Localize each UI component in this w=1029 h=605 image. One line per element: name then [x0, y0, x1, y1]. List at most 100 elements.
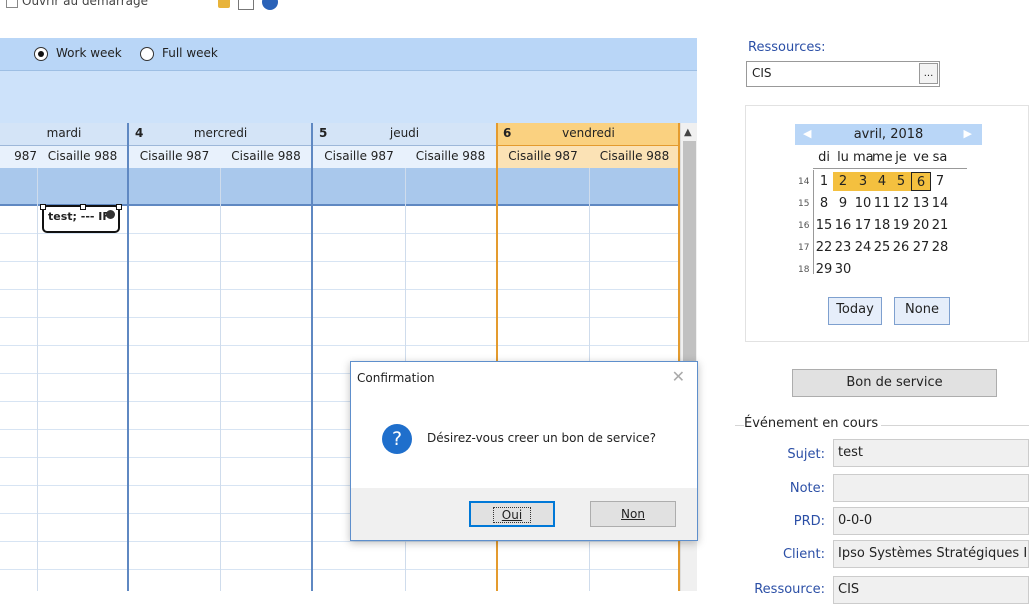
top-toolbar: Ouvrir au démarrage: [0, 0, 300, 10]
mini-calendar-day[interactable]: 19: [891, 216, 911, 235]
mini-calendar-day[interactable]: 11: [872, 194, 892, 213]
mini-calendar-day[interactable]: 28: [930, 238, 950, 257]
resize-handle[interactable]: [116, 204, 122, 210]
resource-header: 987: [0, 146, 42, 169]
resource-header: Cisaille 988: [220, 146, 313, 169]
none-button[interactable]: None: [894, 297, 950, 325]
time-slot-line: [0, 541, 680, 542]
resource-divider: [37, 168, 38, 591]
next-month-icon[interactable]: ▶: [964, 127, 972, 140]
mini-calendar-day[interactable]: 18: [872, 216, 892, 235]
full-week-label[interactable]: Full week: [162, 46, 218, 60]
mini-calendar-day[interactable]: 26: [891, 238, 911, 257]
weekday-label: ma: [853, 150, 874, 165]
resource-header: Cisaille 987: [497, 146, 590, 169]
today-button[interactable]: Today: [828, 297, 882, 325]
day-header[interactable]: mardi: [0, 123, 129, 146]
dialog-footer: Oui Non: [351, 488, 697, 540]
resource-header: Cisaille 988: [589, 146, 680, 169]
no-label: Non: [621, 507, 645, 521]
mini-calendar-day[interactable]: 10: [853, 194, 873, 213]
mini-calendar-day[interactable]: 6: [911, 172, 931, 191]
resize-handle[interactable]: [80, 204, 86, 210]
appointment-text: test; --- IF: [48, 210, 110, 223]
dialog-title: Confirmation: [357, 371, 435, 385]
client-label: Client:: [782, 547, 825, 562]
weekday-label: ve: [913, 150, 929, 165]
resource-header: Cisaille 987: [129, 146, 221, 169]
day-divider: [311, 123, 313, 591]
mini-calendar-day[interactable]: 13: [911, 194, 931, 213]
mini-calendar-day[interactable]: 8: [814, 194, 834, 213]
no-button[interactable]: Non: [590, 501, 676, 527]
day-name: mardi: [46, 126, 82, 140]
time-slot-line: [0, 317, 680, 318]
resource-header: Cisaille 988: [37, 146, 129, 169]
prd-field[interactable]: 0-0-0: [833, 507, 1029, 535]
mini-calendar-day[interactable]: 22: [814, 238, 834, 257]
week-number: 14: [798, 177, 810, 187]
client-field[interactable]: Ipso Systèmes Stratégiques Inc: [833, 540, 1029, 568]
mini-calendar-day[interactable]: 20: [911, 216, 931, 235]
mini-calendar-day[interactable]: 2: [833, 172, 853, 191]
resource-field[interactable]: CIS: [833, 576, 1029, 604]
dialog-message: Désirez-vous creer un bon de service?: [427, 431, 657, 445]
resources-field[interactable]: CIS: [746, 61, 940, 87]
day-header[interactable]: 5 jeudi: [313, 123, 497, 146]
calendar-header-band: [0, 71, 697, 123]
day-header[interactable]: 4 mercredi: [129, 123, 313, 146]
mini-calendar-day[interactable]: 16: [833, 216, 853, 235]
resource-header: Cisaille 987: [313, 146, 406, 169]
folder-icon[interactable]: [218, 0, 230, 8]
status-icon: [106, 210, 115, 219]
mini-calendar-day[interactable]: 5: [891, 172, 911, 191]
resize-handle[interactable]: [40, 204, 46, 210]
all-day-area[interactable]: [0, 168, 497, 206]
day-name: mercredi: [193, 126, 248, 140]
day-header-today[interactable]: 6 vendredi: [497, 123, 680, 146]
weekday-label: sa: [932, 150, 948, 165]
mini-calendar-divider: [813, 168, 967, 169]
mini-calendar-day[interactable]: 24: [853, 238, 873, 257]
mini-calendar-day[interactable]: 29: [814, 260, 834, 279]
week-number: 17: [798, 243, 810, 253]
mini-calendar-day[interactable]: 7: [930, 172, 950, 191]
weekday-label: me: [872, 150, 893, 165]
view-options-bar: Work week Full week: [0, 38, 697, 71]
work-week-label[interactable]: Work week: [56, 46, 122, 60]
startup-checkbox[interactable]: [6, 0, 18, 8]
work-week-radio[interactable]: [34, 47, 48, 61]
mini-calendar-day[interactable]: 14: [930, 194, 950, 213]
question-icon: ?: [382, 424, 412, 454]
close-icon[interactable]: ✕: [672, 367, 685, 386]
mini-calendar-day[interactable]: 12: [891, 194, 911, 213]
mini-calendar-day[interactable]: 15: [814, 216, 834, 235]
event-group-title: Événement en cours: [744, 416, 882, 431]
mini-calendar-day[interactable]: 4: [872, 172, 892, 191]
mini-calendar-day[interactable]: 30: [833, 260, 853, 279]
mini-calendar-day[interactable]: 9: [833, 194, 853, 213]
appointment[interactable]: test; --- IF: [40, 204, 122, 233]
day-name: vendredi: [562, 126, 615, 140]
mini-calendar-day[interactable]: 3: [853, 172, 873, 191]
scroll-up-icon[interactable]: ▲: [684, 127, 692, 138]
full-week-radio[interactable]: [140, 47, 154, 61]
mini-calendar-day[interactable]: 1: [814, 172, 834, 191]
mini-calendar-day[interactable]: 25: [872, 238, 892, 257]
resource-label: Ressource:: [754, 582, 825, 597]
mini-calendar-day[interactable]: 21: [930, 216, 950, 235]
yes-button[interactable]: Oui: [469, 501, 555, 527]
mini-calendar-day[interactable]: 23: [833, 238, 853, 257]
prd-label: PRD:: [793, 514, 825, 529]
help-icon[interactable]: [262, 0, 278, 10]
window-icon[interactable]: [238, 0, 254, 10]
subject-field[interactable]: test: [833, 439, 1029, 467]
bon-de-service-button[interactable]: Bon de service: [792, 369, 997, 397]
resources-browse-button[interactable]: ...: [919, 63, 938, 84]
yes-label: Oui: [501, 508, 523, 522]
mini-calendar-day[interactable]: 27: [911, 238, 931, 257]
weekday-label: lu: [837, 150, 849, 165]
time-slot-line: [0, 233, 680, 234]
note-field[interactable]: [833, 474, 1029, 502]
mini-calendar-day[interactable]: 17: [853, 216, 873, 235]
